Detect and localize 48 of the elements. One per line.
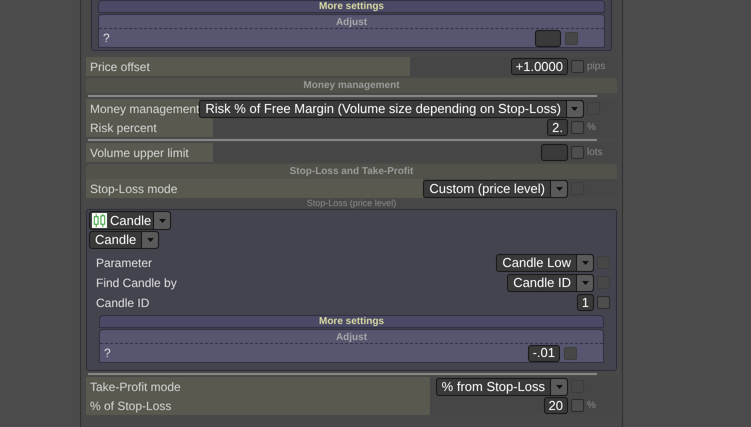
- input-field[interactable]: 2.: [547, 119, 568, 136]
- field-label: ?: [104, 345, 112, 362]
- checkbox[interactable]: [571, 399, 584, 412]
- checkbox[interactable]: [571, 60, 584, 73]
- caret-icon: [146, 238, 154, 242]
- field-label: % of Stop-Loss: [86, 396, 430, 415]
- checkbox[interactable]: [571, 121, 584, 134]
- input-field[interactable]: 1: [576, 294, 594, 311]
- unit-label: %: [587, 121, 597, 135]
- caret-icon: [571, 106, 578, 110]
- checkbox[interactable]: [571, 146, 584, 159]
- input-field[interactable]: [535, 30, 561, 46]
- field-label: Candle ID: [95, 294, 150, 312]
- dropdown[interactable]: Risk % of Free Margin (Volume size depending on Stop-Loss): [199, 100, 584, 118]
- caret-icon: [582, 280, 588, 284]
- dropdown[interactable]: Candle: [89, 231, 160, 249]
- field-label: Risk percent: [86, 118, 213, 137]
- field-label: Money management: [86, 99, 200, 118]
- field-label: Parameter: [95, 254, 154, 272]
- field-label: ?: [103, 30, 111, 47]
- field-label: Price offset: [86, 57, 410, 76]
- unit-label: lots: [587, 146, 604, 160]
- dropdown[interactable]: % from Stop-Loss: [436, 378, 568, 396]
- dropdown[interactable]: Candle: [89, 211, 172, 230]
- unit-label: %: [587, 399, 597, 413]
- caret-icon: [582, 260, 588, 264]
- input-field[interactable]: 20: [544, 397, 568, 414]
- section-header[interactable]: More settings: [99, 315, 604, 328]
- checkbox[interactable]: [597, 296, 610, 309]
- candlestick-icon: [92, 213, 107, 228]
- input-field[interactable]: [541, 144, 568, 161]
- caption: Stop-Loss (price level): [306, 198, 398, 209]
- section-header[interactable]: More settings: [98, 0, 605, 13]
- dropdown[interactable]: Candle Low: [496, 254, 594, 272]
- field-label: Take-Profit mode: [86, 377, 430, 396]
- caret-icon: [556, 186, 562, 190]
- input-field[interactable]: -.01: [528, 344, 560, 362]
- dropdown[interactable]: Custom (price level): [423, 180, 568, 198]
- field-label: Find Candle by: [95, 274, 178, 292]
- field-label: Volume upper limit: [86, 143, 213, 162]
- field-label: Stop-Loss mode: [86, 179, 424, 198]
- checkbox[interactable]: [564, 346, 577, 360]
- checkbox[interactable]: [565, 32, 578, 44]
- input-field[interactable]: +1.0000: [510, 58, 568, 75]
- dropdown[interactable]: Candle ID: [507, 274, 594, 292]
- caret-icon: [158, 218, 166, 222]
- unit-label: pips: [587, 60, 606, 74]
- caret-icon: [556, 384, 562, 388]
